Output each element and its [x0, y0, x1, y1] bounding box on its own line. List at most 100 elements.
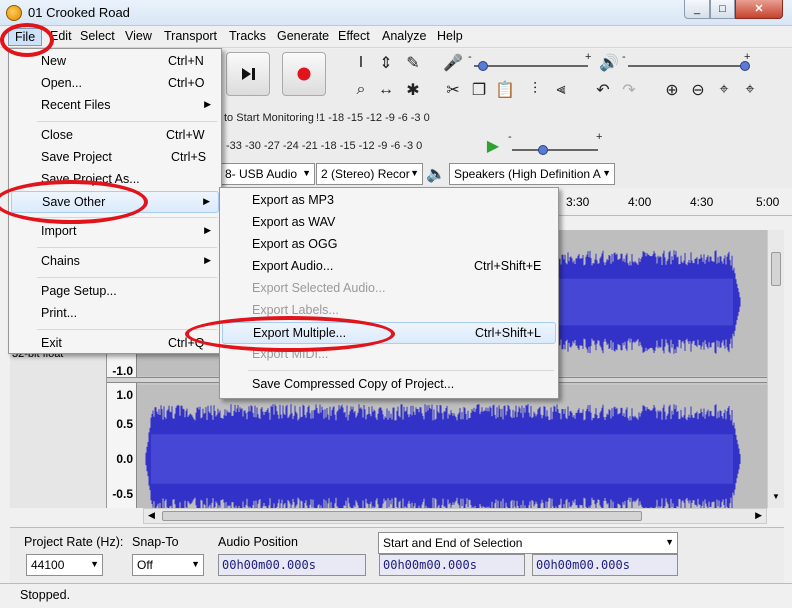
silence-icon[interactable]: ⫷: [550, 79, 572, 101]
annotation-circle-save-other: [0, 180, 148, 224]
menu-item-recent-files[interactable]: Recent Files ▶: [11, 95, 219, 117]
selection-start-field[interactable]: 00h00m00.000s: [379, 554, 525, 576]
submenu-arrow-icon: ▶: [204, 225, 211, 235]
zoom-tool-icon[interactable]: ⌕: [350, 79, 372, 101]
minimize-button[interactable]: _: [684, 0, 710, 19]
menu-item-new[interactable]: New Ctrl+N: [11, 51, 219, 73]
record-button[interactable]: [282, 52, 326, 96]
audio-position-field[interactable]: 00h00m00.000s: [218, 554, 366, 576]
vruler-label: 1.0: [116, 388, 133, 402]
status-bar: Stopped.: [0, 583, 792, 608]
fit-selection-icon[interactable]: ⌖: [713, 79, 735, 101]
horizontal-scrollbar[interactable]: ◀ ▶: [143, 508, 767, 524]
vruler-label: 0.0: [116, 452, 133, 466]
selection-tool-icon[interactable]: I: [350, 52, 372, 74]
menu-item-save-project[interactable]: Save Project Ctrl+S: [11, 147, 219, 169]
menu-separator: [37, 121, 217, 122]
menu-separator: [37, 277, 217, 278]
menu-tracks[interactable]: Tracks: [229, 29, 266, 43]
maximize-button[interactable]: □: [710, 0, 735, 19]
horizontal-scroll-thumb[interactable]: [162, 511, 642, 521]
vruler-label: 0.5: [116, 417, 133, 431]
menu-item-open[interactable]: Open... Ctrl+O: [11, 73, 219, 95]
rec-vol-min: -: [468, 51, 472, 63]
snap-to-select[interactable]: Off ▼: [132, 554, 204, 576]
tick-label: 5:00: [756, 195, 780, 209]
audio-position-label: Audio Position: [218, 535, 298, 549]
menu-item-page-setup[interactable]: Page Setup...: [11, 281, 219, 303]
toolbar-area: I ⇕ ✎ ⌕ ↔ ✱ 🎤 - + 🔊 - + ✂ ❐ 📋 ⫶ ⫷ ↶ ↷ ⊕ …: [220, 49, 792, 188]
playback-volume-slider[interactable]: [628, 59, 750, 73]
undo-icon[interactable]: ↶: [592, 79, 614, 101]
audacity-logo-icon: [6, 5, 22, 21]
play-speed-slider[interactable]: [512, 143, 598, 157]
selection-mode-select[interactable]: Start and End of Selection ▼: [378, 532, 678, 554]
menu-separator: [248, 370, 554, 371]
tick-label: 4:00: [628, 195, 652, 209]
skip-end-icon: [242, 68, 255, 80]
play-at-speed-icon[interactable]: ▶: [482, 135, 504, 157]
scroll-down-icon[interactable]: ▼: [772, 492, 780, 501]
selection-toolbar: Project Rate (Hz): 44100 ▼ Snap-To Off ▼ A…: [10, 527, 784, 583]
menu-item-chains[interactable]: Chains ▶: [11, 251, 219, 273]
menu-item-export-ogg[interactable]: Export as OGG: [222, 234, 556, 256]
draw-tool-icon[interactable]: ✎: [402, 52, 424, 74]
output-speaker-icon: 🔈: [426, 166, 446, 183]
record-icon: [297, 67, 311, 81]
menu-help[interactable]: Help: [437, 29, 463, 43]
menu-item-save-compressed-copy[interactable]: Save Compressed Copy of Project...: [222, 374, 556, 396]
cut-icon[interactable]: ✂: [442, 79, 464, 101]
menu-generate[interactable]: Generate: [277, 29, 329, 43]
recording-device-select[interactable]: 8- USB Audio ▼: [220, 163, 315, 185]
menu-select[interactable]: Select: [80, 29, 115, 43]
copy-icon[interactable]: ❐: [468, 79, 490, 101]
menu-analyze[interactable]: Analyze: [382, 29, 426, 43]
annotation-circle-export-multiple: [185, 316, 395, 352]
playback-device-select[interactable]: Speakers (High Definition A ▼: [449, 163, 615, 185]
menu-item-close[interactable]: Close Ctrl+W: [11, 125, 219, 147]
menu-item-export-audio[interactable]: Export Audio... Ctrl+Shift+E: [222, 256, 556, 278]
speaker-icon: 🔊: [599, 55, 619, 72]
speed-min: -: [508, 131, 512, 143]
redo-icon[interactable]: ↷: [618, 79, 640, 101]
close-window-button[interactable]: ✕: [735, 0, 783, 19]
menu-transport[interactable]: Transport: [164, 29, 217, 43]
recording-volume-slider[interactable]: [474, 59, 588, 73]
annotation-circle-file: [0, 23, 54, 57]
menu-view[interactable]: View: [125, 29, 152, 43]
menu-item-import[interactable]: Import ▶: [11, 221, 219, 243]
play-vol-max: +: [744, 51, 751, 63]
timeshift-tool-icon[interactable]: ↔: [375, 79, 397, 101]
channels-select[interactable]: 2 (Stereo) Recor ▼: [316, 163, 423, 185]
fit-project-icon[interactable]: ⌖: [739, 79, 761, 101]
waveform-channel-right: [145, 404, 741, 508]
multi-tool-icon[interactable]: ✱: [402, 79, 424, 101]
submenu-arrow-icon: ▶: [204, 99, 211, 109]
save-other-submenu: Export as MP3 Export as WAV Export as OG…: [219, 187, 559, 399]
project-rate-select[interactable]: 44100 ▼: [26, 554, 103, 576]
tick-label: 4:30: [690, 195, 714, 209]
scroll-left-icon[interactable]: ◀: [148, 510, 155, 521]
paste-icon[interactable]: 📋: [494, 79, 516, 101]
menu-item-export-mp3[interactable]: Export as MP3: [222, 190, 556, 212]
menu-bar: File Edit Select View Transport Tracks G…: [0, 26, 792, 48]
menu-item-export-selected-audio[interactable]: Export Selected Audio...: [222, 278, 556, 300]
tick-label: 3:30: [566, 195, 590, 209]
selection-end-field[interactable]: 00h00m00.000s: [532, 554, 678, 576]
speed-max: +: [596, 131, 603, 143]
envelope-tool-icon[interactable]: ⇕: [375, 52, 397, 74]
menu-item-export-wav[interactable]: Export as WAV: [222, 212, 556, 234]
submenu-arrow-icon: ▶: [203, 196, 210, 206]
zoom-out-icon[interactable]: ⊖: [687, 79, 709, 101]
vertical-scroll-thumb[interactable]: [771, 252, 781, 286]
project-rate-label: Project Rate (Hz):: [24, 535, 124, 549]
vertical-scrollbar[interactable]: ▼: [767, 230, 784, 508]
trim-icon[interactable]: ⫶: [524, 79, 546, 101]
monitor-text[interactable]: to Start Monitoring: [224, 112, 314, 124]
menu-effect[interactable]: Effect: [338, 29, 370, 43]
zoom-in-icon[interactable]: ⊕: [661, 79, 683, 101]
scroll-right-icon[interactable]: ▶: [755, 510, 762, 521]
menu-item-print[interactable]: Print...: [11, 303, 219, 325]
microphone-icon: 🎤: [443, 55, 463, 72]
skip-to-end-button[interactable]: [226, 52, 270, 96]
